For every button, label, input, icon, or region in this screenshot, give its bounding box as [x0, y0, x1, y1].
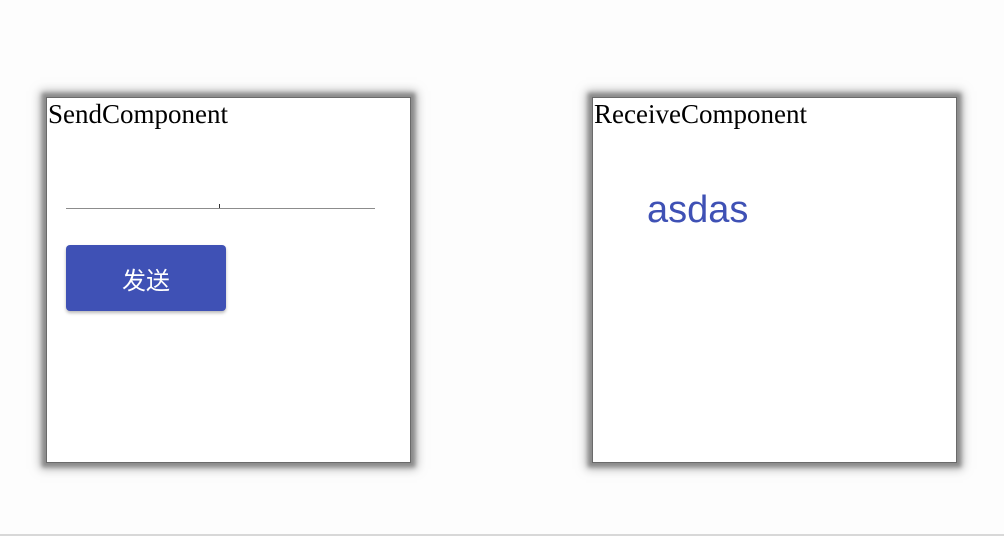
message-input[interactable] — [66, 183, 375, 209]
input-caret-icon — [219, 204, 220, 208]
message-input-wrapper — [66, 183, 375, 209]
receive-component-panel: ReceiveComponent asdas — [592, 97, 957, 463]
send-component-panel: SendComponent 发送 — [46, 97, 411, 463]
receive-component-title: ReceiveComponent — [594, 99, 807, 129]
send-component-title: SendComponent — [48, 99, 228, 129]
app-page: SendComponent 发送 ReceiveComponent asdas — [0, 0, 1004, 536]
send-button[interactable]: 发送 — [66, 245, 226, 311]
received-message-text: asdas — [647, 189, 749, 231]
